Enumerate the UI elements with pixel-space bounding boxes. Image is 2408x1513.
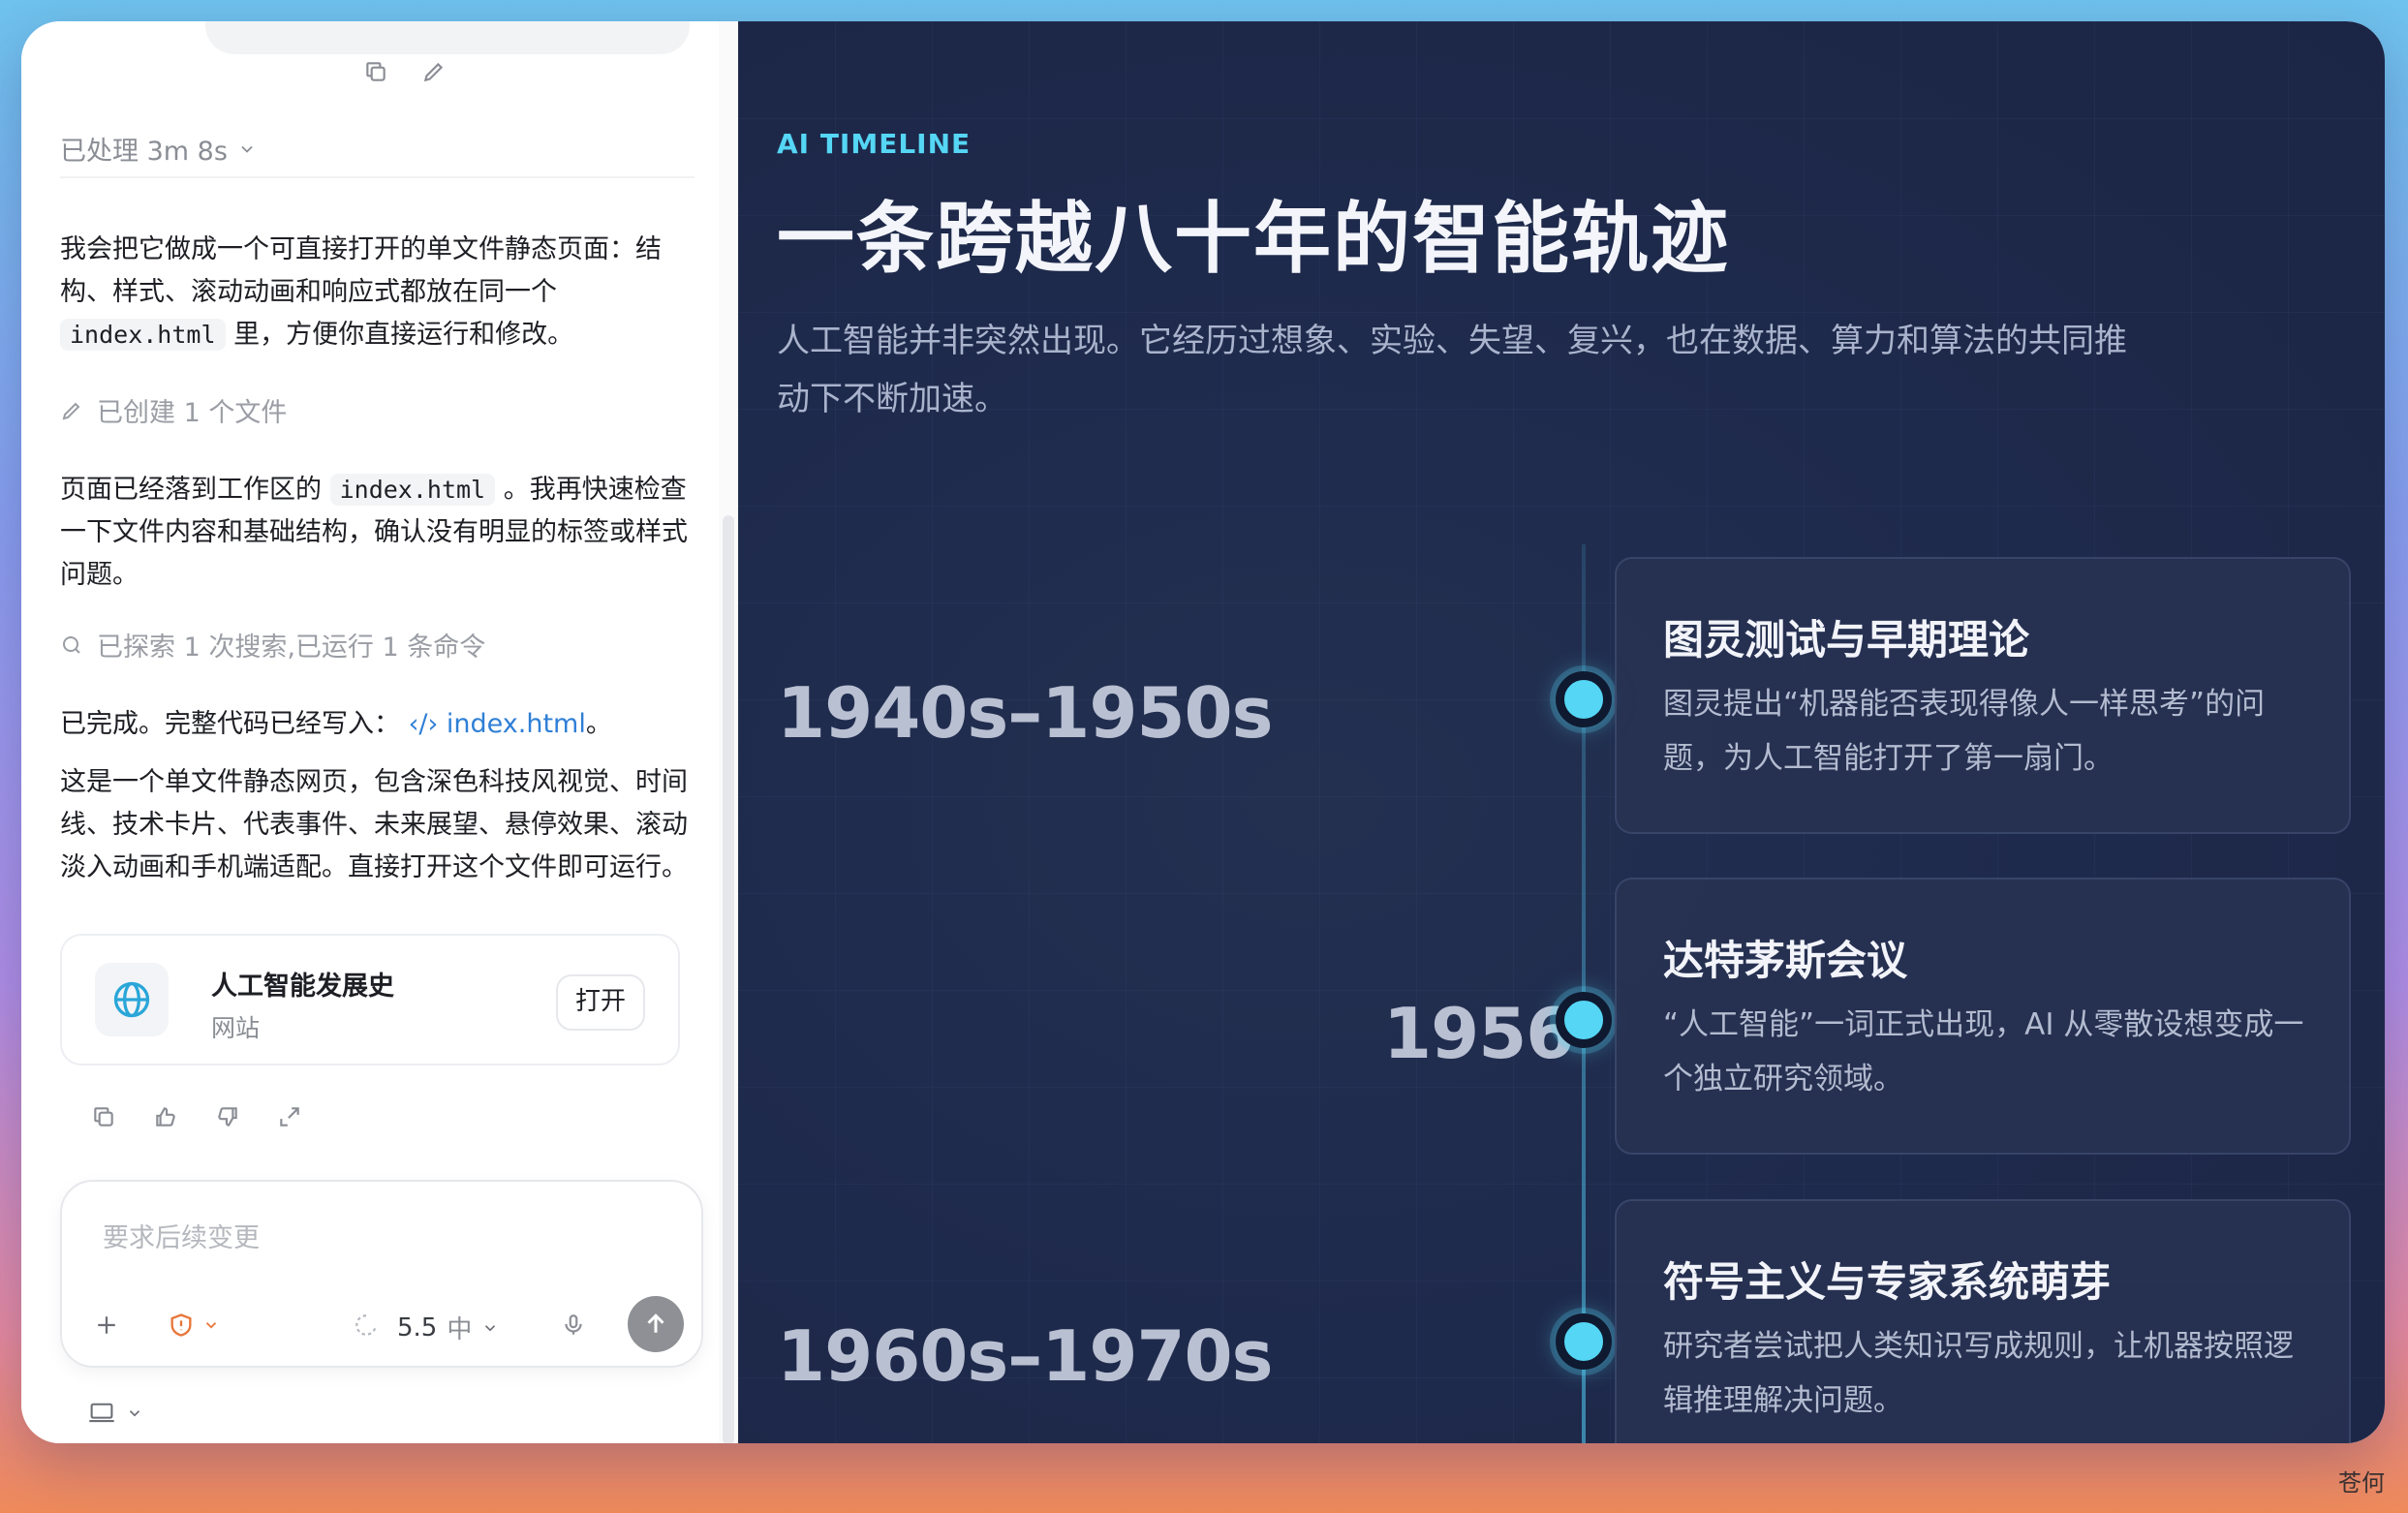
send-button[interactable]	[628, 1296, 684, 1352]
file-card[interactable]: 人工智能发展史 网站 打开	[60, 934, 680, 1065]
page-subtitle: 人工智能并非突然出现。它经历过想象、实验、失望、复兴，也在数据、算力和算法的共同…	[777, 322, 2127, 418]
message-text: 页面已经落到工作区的	[60, 475, 322, 505]
timeline-year: 1960s–1970s	[777, 1315, 1273, 1397]
timeline-node	[1556, 992, 1612, 1048]
environment-selector[interactable]	[87, 1401, 143, 1426]
search-icon	[63, 635, 80, 654]
copy-icon	[366, 62, 386, 81]
app-window: 已处理 3m 8s 我会把它做成一个可直接打开的单文件静态页面：结构、样式、滚动…	[21, 21, 2385, 1443]
thumbs-up-button[interactable]	[149, 1100, 182, 1133]
chevron-down-icon	[485, 1324, 496, 1331]
model-selector[interactable]: 5.5 中	[397, 1310, 499, 1345]
plus-icon	[98, 1316, 115, 1334]
message-actions	[87, 1100, 306, 1133]
thumbs-up-icon	[156, 1107, 175, 1127]
timeline-card[interactable]: 符号主义与专家系统萌芽 研究者尝试把人类知识写成规则，让机器按照逻辑推理解决问题…	[1615, 1199, 2351, 1443]
pencil-icon	[423, 62, 444, 82]
globe-icon	[95, 963, 169, 1036]
timeline-year: 1956	[1383, 993, 1574, 1074]
assistant-message-4: 这是一个单文件静态网页，包含深色科技风视觉、时间线、技术卡片、代表事件、未来展望…	[60, 767, 688, 882]
chevron-down-icon	[205, 1322, 217, 1329]
assistant-message-2: 页面已经落到工作区的 index.html 。我再快速检查一下文件内容和基础结构…	[60, 469, 699, 597]
message-text: 。	[585, 709, 612, 739]
shield-alert-icon	[170, 1313, 192, 1337]
thumbs-down-button[interactable]	[211, 1100, 244, 1133]
timeline-card-desc: “人工智能”一词正式出现，AI 从零散设想变成一个独立研究领域。	[1663, 1007, 2304, 1096]
step-label: 已探索 1 次搜索,已运行 1 条命令	[97, 633, 486, 663]
inline-code: index.html	[329, 474, 496, 506]
reasoning-level: 中	[447, 1315, 473, 1344]
timeline-card[interactable]: 图灵测试与早期理论 图灵提出“机器能否表现得像人一样思考”的问题，为人工智能打开…	[1615, 557, 2351, 834]
scrollbar-thumb[interactable]	[723, 515, 734, 1443]
chevron-down-icon	[241, 145, 253, 153]
copy-icon	[94, 1107, 113, 1127]
timeline-card-title: 图灵测试与早期理论	[1663, 616, 2030, 664]
timeline-card-title: 达特茅斯会议	[1663, 937, 1908, 984]
inline-code: index.html	[60, 319, 226, 351]
edit-message-button[interactable]	[415, 52, 453, 91]
assistant-message-1: 我会把它做成一个可直接打开的单文件静态页面：结构、样式、滚动动画和响应式都放在同…	[60, 229, 699, 356]
laptop-icon	[89, 1403, 114, 1423]
timeline-card-desc: 图灵提出“机器能否表现得像人一样思考”的问题，为人工智能打开了第一扇门。	[1663, 687, 2266, 776]
watermark-label: 苍何	[2338, 1469, 2385, 1497]
step-created-file[interactable]: 已创建 1 个文件	[60, 391, 287, 429]
pencil-icon	[62, 402, 80, 419]
microphone-icon	[565, 1314, 582, 1335]
composer-toolbar: 5.5 中	[62, 1296, 701, 1354]
previous-message-bubble	[205, 21, 690, 54]
step-label: 已创建 1 个文件	[97, 398, 288, 428]
message-text: 我会把它做成一个可直接打开的单文件静态页面：结构、样式、滚动动画和响应式都放在同…	[60, 234, 662, 307]
page-title: 一条跨越八十年的智能轨迹	[777, 194, 1730, 284]
index-html-link[interactable]: index.html	[447, 709, 586, 739]
processing-time-label: 已处理 3m 8s	[60, 137, 228, 167]
timeline-node	[1556, 671, 1612, 727]
share-button[interactable]	[273, 1100, 306, 1133]
model-version: 5.5	[397, 1312, 438, 1343]
assistant-message-3: 已完成。完整代码已经写入： ‹/› index.html。	[60, 703, 699, 746]
add-attachment-button[interactable]	[87, 1306, 126, 1344]
chat-panel: 已处理 3m 8s 我会把它做成一个可直接打开的单文件静态页面：结构、样式、滚动…	[21, 21, 738, 1443]
loading-spinner-icon	[349, 1308, 384, 1343]
site-preview: AI TIMELINE 一条跨越八十年的智能轨迹 人工智能并非突然出现。它经历过…	[738, 21, 2385, 1443]
composer-input[interactable]: 要求后续变更	[103, 1217, 260, 1254]
composer[interactable]: 要求后续变更 5.5 中	[60, 1180, 703, 1368]
timeline-card[interactable]: 达特茅斯会议 “人工智能”一词正式出现，AI 从零散设想变成一个独立研究领域。	[1615, 878, 2351, 1155]
copy-message-button[interactable]	[356, 52, 395, 91]
processing-time-toggle[interactable]: 已处理 3m 8s	[60, 130, 257, 168]
voice-input-button[interactable]	[554, 1306, 593, 1344]
share-icon	[280, 1107, 299, 1127]
timeline-card-title: 符号主义与专家系统萌芽	[1663, 1258, 2112, 1306]
file-card-subtitle: 网站	[211, 1014, 261, 1042]
eyebrow-label: AI TIMELINE	[777, 128, 972, 160]
message-text: 已完成。完整代码已经写入：	[60, 709, 400, 739]
step-explored[interactable]: 已探索 1 次搜索,已运行 1 条命令	[60, 626, 485, 664]
code-file-icon: ‹/›	[408, 709, 439, 739]
open-button[interactable]: 打开	[555, 974, 645, 1031]
file-card-title: 人工智能发展史	[211, 972, 394, 1002]
timeline-year: 1940s–1950s	[777, 672, 1273, 754]
divider	[60, 176, 695, 178]
timeline-node	[1556, 1313, 1612, 1370]
copy-button[interactable]	[87, 1100, 120, 1133]
thumbs-down-icon	[218, 1107, 237, 1127]
chevron-down-icon	[129, 1410, 140, 1417]
message-text: 里，方便你直接运行和修改。	[233, 320, 574, 350]
timeline-card-desc: 研究者尝试把人类知识写成规则，让机器按照逻辑推理解决问题。	[1663, 1329, 2294, 1418]
permissions-dropdown[interactable]	[155, 1306, 232, 1344]
arrow-up-icon	[647, 1313, 664, 1333]
